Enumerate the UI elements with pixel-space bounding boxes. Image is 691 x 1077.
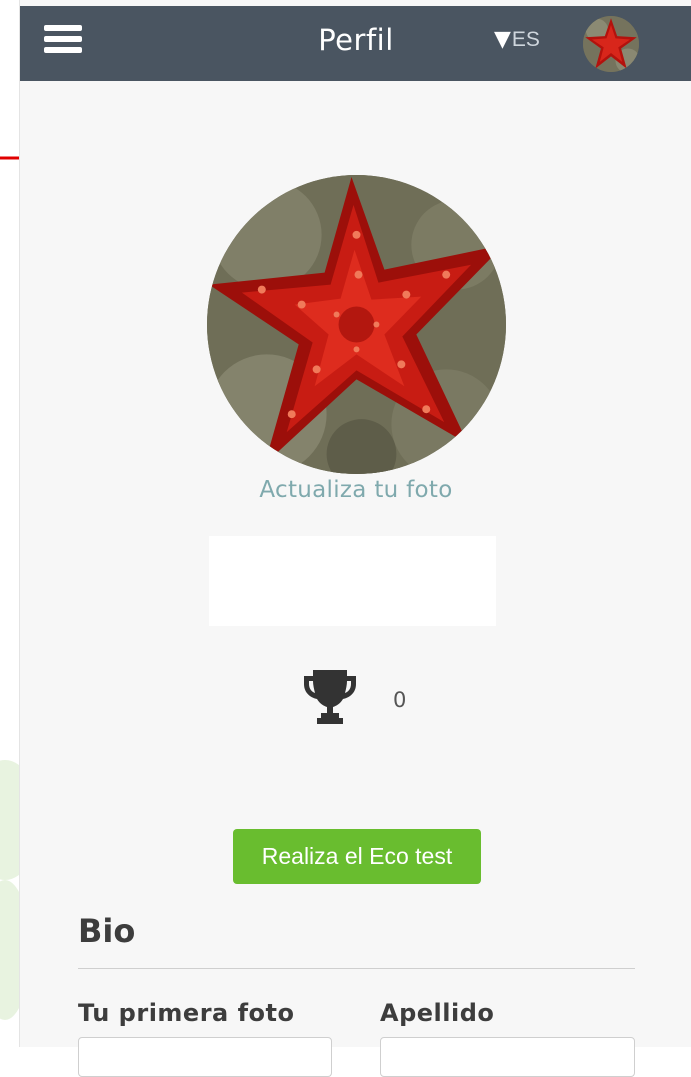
language-selector[interactable]: ▼ ES: [494, 28, 540, 52]
profile-name-box: [209, 536, 496, 626]
starfish-image-icon: [583, 16, 639, 72]
first-photo-label: Tu primera foto: [78, 999, 295, 1027]
trophy-icon: [304, 670, 356, 724]
starfish-photo-icon: [207, 175, 506, 474]
app-screen: Perfil ▼ ES Actualiza tu foto 0 Realiza …: [19, 0, 691, 1077]
update-photo-link[interactable]: Actualiza tu foto: [20, 477, 691, 503]
last-name-label: Apellido: [380, 999, 495, 1027]
user-avatar[interactable]: [583, 16, 639, 72]
eco-test-button[interactable]: Realiza el Eco test: [233, 829, 481, 884]
profile-photo[interactable]: [207, 175, 506, 474]
top-bar: Perfil ▼ ES: [20, 6, 691, 81]
trophy-count: 0: [393, 688, 407, 712]
dropdown-arrow-icon: ▼: [494, 27, 511, 52]
section-divider: [78, 968, 635, 969]
last-name-field[interactable]: [380, 1037, 635, 1077]
language-code: ES: [511, 28, 540, 51]
first-photo-field[interactable]: [78, 1037, 332, 1077]
bio-section-title: Bio: [78, 912, 136, 950]
